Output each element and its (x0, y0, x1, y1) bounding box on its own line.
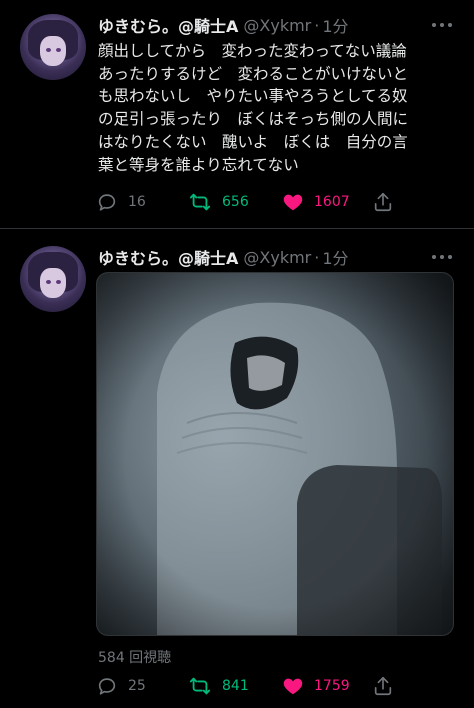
view-count: 584 回視聴 (98, 650, 172, 666)
reply-button[interactable]: 16 (96, 191, 146, 213)
display-name[interactable]: ゆきむら。@騎士A (98, 13, 238, 37)
share-button[interactable] (372, 675, 394, 697)
tweet-text-line: も思わないし やりたい事やろうとしてる奴 (98, 87, 408, 106)
share-icon (374, 676, 392, 696)
action-bar: 25 841 1759 (96, 675, 416, 699)
reply-count: 16 (128, 194, 146, 210)
user-handle[interactable]: @Xykmr (243, 16, 311, 35)
reply-button[interactable]: 25 (96, 675, 146, 697)
tweet-header: ゆきむら。@騎士A @Xykmr · 1分 (98, 245, 349, 269)
like-count: 1759 (314, 678, 350, 694)
tweet-header: ゆきむら。@騎士A @Xykmr · 1分 (98, 13, 349, 37)
separator: · (314, 247, 320, 267)
like-count: 1607 (314, 194, 350, 210)
retweet-count: 656 (222, 194, 249, 210)
tweet[interactable]: ゆきむら。@騎士A @Xykmr · 1分 顔出ししてから 変わった変わってない… (0, 0, 474, 228)
tweet-text: 顔出ししてから 変わった変わってない議論 あったりするけど 変わることがいけない… (98, 40, 460, 176)
separator: · (314, 15, 320, 35)
avatar[interactable] (20, 14, 86, 80)
tweet-text-line: 葉と等身を誰より忘れてない (98, 155, 299, 174)
tweet-text-line: あったりするけど 変わることがいけないと (98, 64, 409, 83)
tweet[interactable]: ゆきむら。@騎士A @Xykmr · 1分 584 回視聴 25 841 175… (0, 230, 474, 708)
user-handle[interactable]: @Xykmr (243, 248, 311, 267)
display-name[interactable]: ゆきむら。@騎士A (98, 245, 238, 269)
divider (0, 228, 474, 229)
reply-icon (98, 194, 116, 211)
tweet-text-line: 顔出ししてから 変わった変わってない議論 (98, 42, 407, 60)
timestamp[interactable]: 1分 (322, 245, 348, 269)
retweet-button[interactable]: 656 (188, 191, 249, 213)
action-bar: 16 656 1607 (96, 191, 416, 215)
more-icon[interactable] (432, 20, 452, 30)
heart-icon (283, 678, 303, 695)
share-button[interactable] (372, 191, 394, 213)
tweet-text-line: の足引っ張ったり ぼくはそっち側の人間に (98, 110, 409, 129)
retweet-button[interactable]: 841 (188, 675, 249, 697)
like-button[interactable]: 1607 (282, 191, 350, 213)
retweet-icon (189, 193, 211, 211)
like-button[interactable]: 1759 (282, 675, 350, 697)
avatar[interactable] (20, 246, 86, 312)
heart-icon (283, 194, 303, 211)
retweet-count: 841 (222, 678, 249, 694)
share-icon (374, 192, 392, 212)
reply-icon (98, 678, 116, 695)
video-frame (97, 273, 453, 635)
tweet-text-line: はなりたくない 醜いよ ぼくは 自分の言 (98, 132, 408, 151)
retweet-icon (189, 677, 211, 695)
timestamp[interactable]: 1分 (322, 13, 348, 37)
video-thumbnail[interactable] (96, 272, 454, 636)
more-icon[interactable] (432, 252, 452, 262)
reply-count: 25 (128, 678, 146, 694)
